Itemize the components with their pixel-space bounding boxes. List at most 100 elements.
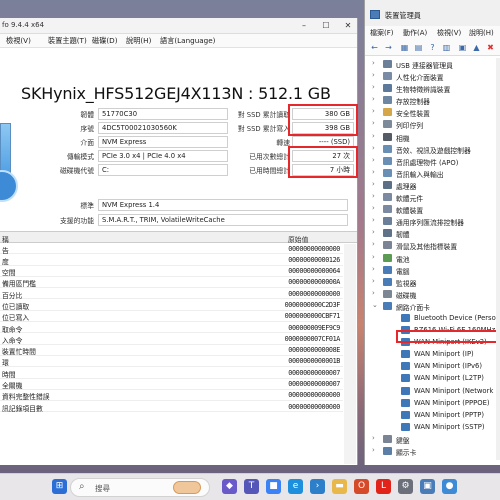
maximize-button[interactable]: ☐ bbox=[316, 19, 336, 33]
chevron-right-icon[interactable]: › bbox=[372, 265, 375, 273]
chevron-right-icon[interactable]: › bbox=[372, 204, 375, 212]
edge-taskbar-icon[interactable]: e bbox=[288, 479, 303, 494]
table-row[interactable]: 備用區門檻 0000000000000A bbox=[0, 276, 343, 288]
device-item[interactable]: WAN Miniport (IP) bbox=[365, 348, 500, 360]
chevron-right-icon[interactable]: › bbox=[372, 180, 375, 188]
table-row[interactable]: 時間 00000000000007 bbox=[0, 367, 343, 379]
table-row[interactable]: 裝置忙時間 0000000000008E bbox=[0, 344, 343, 356]
chevron-right-icon[interactable]: › bbox=[372, 253, 375, 261]
chevron-right-icon[interactable]: › bbox=[372, 95, 375, 103]
store-taskbar-icon[interactable]: ■ bbox=[266, 479, 281, 494]
minimize-button[interactable]: – bbox=[294, 19, 314, 33]
device-item[interactable]: WAN Miniport (SSTP) bbox=[365, 421, 500, 433]
device-category[interactable]: › 列印佇列 bbox=[365, 118, 500, 130]
device-category[interactable]: › USB 連接器管理員 bbox=[365, 58, 500, 70]
taskbar-search-box[interactable]: ⌕ 搜尋 bbox=[70, 478, 210, 497]
menu-file[interactable]: 檔案(F) bbox=[370, 28, 394, 38]
properties-icon[interactable]: ▦ bbox=[399, 42, 410, 53]
table-row[interactable]: 告 00000000000000 bbox=[0, 243, 343, 255]
forward-arrow-icon[interactable]: → bbox=[383, 42, 394, 53]
list-icon[interactable]: ▤ bbox=[413, 42, 424, 53]
device-item[interactable]: WAN Miniport (PPTP) bbox=[365, 409, 500, 421]
chevron-right-icon[interactable]: › bbox=[372, 228, 375, 236]
chevron-right-icon[interactable]: › bbox=[372, 289, 375, 297]
table-row[interactable]: 空間 00000000000064 bbox=[0, 265, 343, 277]
chevron-right-icon[interactable]: › bbox=[372, 83, 375, 91]
table-row[interactable]: 取命令 000000009EF9C9 bbox=[0, 322, 343, 334]
device-category[interactable]: › 磁碟機 bbox=[365, 288, 500, 300]
view-icon[interactable]: ▥ bbox=[441, 42, 452, 53]
chevron-right-icon[interactable]: › bbox=[372, 144, 375, 152]
device-category[interactable]: › 人性化介面裝置 bbox=[365, 70, 500, 82]
chevron-right-icon[interactable]: › bbox=[372, 107, 375, 115]
chevron-right-icon[interactable]: › bbox=[372, 59, 375, 67]
start-taskbar-icon[interactable]: ⊞ bbox=[52, 479, 67, 494]
device-category[interactable]: › 軟體元件 bbox=[365, 191, 500, 203]
uninstall-icon[interactable]: ✖ bbox=[485, 42, 496, 53]
chevron-right-icon[interactable]: › bbox=[372, 240, 375, 248]
device-item[interactable]: Bluetooth Device (Persona bbox=[365, 312, 500, 324]
device-category[interactable]: › 安全性裝置 bbox=[365, 106, 500, 118]
device-item[interactable]: WAN Miniport (Network bbox=[365, 385, 500, 397]
table-row[interactable]: 位已讀取 0000000000C2D3F bbox=[0, 299, 343, 311]
chevron-right-icon[interactable]: › bbox=[372, 71, 375, 79]
table-row[interactable]: 資料完整性錯誤 00000000000000 bbox=[0, 389, 343, 401]
chevron-right-icon[interactable]: › bbox=[372, 434, 375, 442]
device-category[interactable]: › 顯示卡 bbox=[365, 445, 500, 457]
smart-table-scrollbar[interactable] bbox=[344, 244, 356, 464]
menu-help[interactable]: 說明(H) bbox=[469, 28, 494, 38]
device-category[interactable]: › 相機 bbox=[365, 131, 500, 143]
device-category[interactable]: › 通用序列匯流排控制器 bbox=[365, 215, 500, 227]
menu-view[interactable]: 檢視(V) bbox=[6, 36, 31, 46]
menu-view[interactable]: 檢視(V) bbox=[437, 28, 461, 38]
device-category[interactable]: › 監視器 bbox=[365, 276, 500, 288]
device-category[interactable]: › 軟體裝置 bbox=[365, 203, 500, 215]
chevron-down-icon[interactable]: ⌄ bbox=[372, 301, 378, 309]
files-taskbar-icon[interactable]: ▬ bbox=[332, 479, 347, 494]
device-manager-taskbar-icon[interactable]: ▣ bbox=[420, 479, 435, 494]
device-tree-scrollbar[interactable] bbox=[496, 58, 500, 460]
table-row[interactable]: 位已寫入 0000000000CBF71 bbox=[0, 310, 343, 322]
device-category[interactable]: › 鍵盤 bbox=[365, 433, 500, 445]
table-row[interactable]: 環 0000000000001B bbox=[0, 355, 343, 367]
chevron-right-icon[interactable]: › bbox=[372, 277, 375, 285]
menu-language[interactable]: 語言(Language) bbox=[160, 36, 215, 46]
device-category[interactable]: › 韌體 bbox=[365, 227, 500, 239]
diskinfo-taskbar-icon[interactable]: ● bbox=[442, 479, 457, 494]
table-row[interactable]: 全關機 00000000000007 bbox=[0, 378, 343, 390]
chevron-right-icon[interactable]: › bbox=[372, 156, 375, 164]
table-row[interactable]: 百分比 00000000000000 bbox=[0, 288, 343, 300]
menu-disk[interactable]: 磁碟(D) bbox=[92, 36, 118, 46]
chevron-right-icon[interactable]: › bbox=[372, 192, 375, 200]
menu-action[interactable]: 動作(A) bbox=[403, 28, 427, 38]
scan-hardware-icon[interactable]: ▣ bbox=[457, 42, 468, 53]
device-category[interactable]: › 生物特徵辨識裝置 bbox=[365, 82, 500, 94]
vscode-taskbar-icon[interactable]: › bbox=[310, 479, 325, 494]
menu-help[interactable]: 說明(H) bbox=[126, 36, 151, 46]
table-row[interactable]: 訊記錄項目數 00000000000000 bbox=[0, 401, 343, 413]
copilot-taskbar-icon[interactable]: ◆ bbox=[222, 479, 237, 494]
help-icon[interactable]: ? bbox=[427, 42, 438, 53]
chevron-right-icon[interactable]: › bbox=[372, 168, 375, 176]
settings-taskbar-icon[interactable]: ⚙ bbox=[398, 479, 413, 494]
device-category[interactable]: › 滑鼠及其他指標裝置 bbox=[365, 239, 500, 251]
device-item[interactable]: WAN Miniport (L2TP) bbox=[365, 372, 500, 384]
back-arrow-icon[interactable]: ← bbox=[369, 42, 380, 53]
close-button[interactable]: ✕ bbox=[338, 19, 358, 33]
device-category[interactable]: › 音效、視訊及遊戲控制器 bbox=[365, 143, 500, 155]
device-category[interactable]: › 音訊輸入與輸出 bbox=[365, 167, 500, 179]
device-category[interactable]: › 存放控制器 bbox=[365, 94, 500, 106]
device-item[interactable]: WAN Miniport (PPPOE) bbox=[365, 397, 500, 409]
lenovo-taskbar-icon[interactable]: L bbox=[376, 479, 391, 494]
chevron-right-icon[interactable]: › bbox=[372, 132, 375, 140]
table-row[interactable]: 度 00000000000126 bbox=[0, 254, 343, 266]
chevron-right-icon[interactable]: › bbox=[372, 216, 375, 224]
device-category[interactable]: › 音訊處理物件 (APO) bbox=[365, 155, 500, 167]
table-row[interactable]: 入命令 0000000007CF01A bbox=[0, 333, 343, 345]
device-category[interactable]: ⌄ 網路介面卡 bbox=[365, 300, 500, 312]
office-taskbar-icon[interactable]: O bbox=[354, 479, 369, 494]
device-category[interactable]: › 處理器 bbox=[365, 179, 500, 191]
device-item[interactable]: WAN Miniport (IPv6) bbox=[365, 360, 500, 372]
device-category[interactable]: › 電腦 bbox=[365, 264, 500, 276]
menu-theme[interactable]: 裝置主題(T) bbox=[48, 36, 87, 46]
